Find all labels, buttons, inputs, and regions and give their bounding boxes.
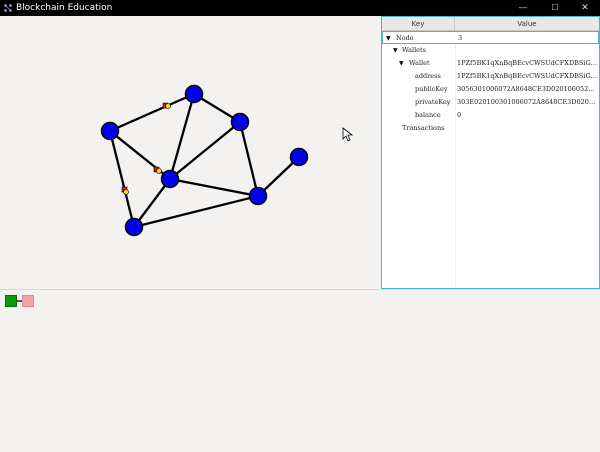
- packet-marker: [165, 103, 171, 109]
- tree-row-publickey[interactable]: publicKey 3056301006072A8648CE3D02010605…: [382, 83, 599, 96]
- tree-row-wallets[interactable]: ▼ Wallets: [382, 44, 599, 57]
- key-column-header[interactable]: Key: [382, 17, 455, 31]
- close-button[interactable]: ✕: [570, 0, 600, 16]
- tree-row-key: Wallets: [402, 46, 426, 54]
- tree-row-value: 3056301006072A8648CE3D020106052B8104000.…: [457, 85, 598, 93]
- window-title: Blockchain Education: [16, 3, 113, 13]
- block-green[interactable]: [5, 295, 17, 307]
- tree-row-address[interactable]: address 1PZf5BK1qXnBqBEcvCWSUdCFXDBSiG3y…: [382, 70, 599, 83]
- tree-row-privatekey[interactable]: privateKey 303E020100301006072A8648CE3D0…: [382, 96, 599, 109]
- blockchain-panel: [0, 290, 600, 452]
- network-node[interactable]: [124, 217, 144, 237]
- block-pink[interactable]: [22, 295, 34, 307]
- edge: [168, 92, 196, 181]
- network-node[interactable]: [230, 112, 250, 132]
- network-node[interactable]: [160, 169, 180, 189]
- edge: [168, 120, 242, 181]
- tree-row-key: privateKey: [415, 98, 451, 106]
- maximize-button[interactable]: ☐: [540, 0, 570, 16]
- packet-marker: [123, 189, 129, 195]
- app-icon: [4, 4, 12, 12]
- nodes: [100, 84, 309, 237]
- tree-row-balance[interactable]: balance 0: [382, 109, 599, 122]
- edge: [238, 120, 260, 198]
- node-details-tree[interactable]: Key Value ▼ Node 3 ▼ Wallets ▼ Wallet 1P…: [381, 16, 600, 289]
- tree-row-wallet[interactable]: ▼ Wallet 1PZf5BK1qXnBqBEcvCWSUdCFXDBSiG3…: [382, 57, 599, 70]
- tree-row-node[interactable]: ▼ Node 3: [382, 31, 599, 44]
- edge: [168, 177, 260, 198]
- network-node[interactable]: [100, 121, 120, 141]
- tree-row-key: address: [415, 72, 441, 80]
- edge: [108, 129, 136, 229]
- network-graph[interactable]: [0, 16, 381, 288]
- value-column-header[interactable]: Value: [455, 17, 599, 31]
- tree-row-key: Transactions: [402, 124, 445, 132]
- tree-row-value: 0: [457, 111, 462, 119]
- tree-row-value: 1PZf5BK1qXnBqBEcvCWSUdCFXDBSiG3yW4: [457, 72, 598, 80]
- minimize-button[interactable]: —: [508, 0, 538, 16]
- network-node[interactable]: [248, 186, 268, 206]
- tree-header: Key Value: [382, 17, 599, 31]
- title-bar: Blockchain Education — ☐ ✕: [0, 0, 600, 16]
- expanded-arrow-icon[interactable]: ▼: [393, 44, 398, 57]
- tree-row-value: 1PZf5BK1qXnBqBEcvCWSUdCFXDBSiG3yW4: [457, 59, 598, 67]
- tree-row-key: Wallet: [409, 59, 430, 67]
- network-node[interactable]: [289, 147, 309, 167]
- tree-row-transactions[interactable]: Transactions: [382, 122, 599, 135]
- network-canvas[interactable]: [0, 16, 381, 288]
- packet-marker: [156, 168, 162, 174]
- tree-row-key: publicKey: [415, 85, 448, 93]
- edge: [108, 92, 196, 133]
- network-node[interactable]: [184, 84, 204, 104]
- tree-row-key: balance: [415, 111, 441, 119]
- edges: [108, 92, 301, 229]
- tree-row-value: 303E020100301006072A8648CE3D020106052B81…: [457, 98, 598, 106]
- mouse-cursor-icon: [342, 127, 354, 142]
- expanded-arrow-icon[interactable]: ▼: [399, 57, 404, 70]
